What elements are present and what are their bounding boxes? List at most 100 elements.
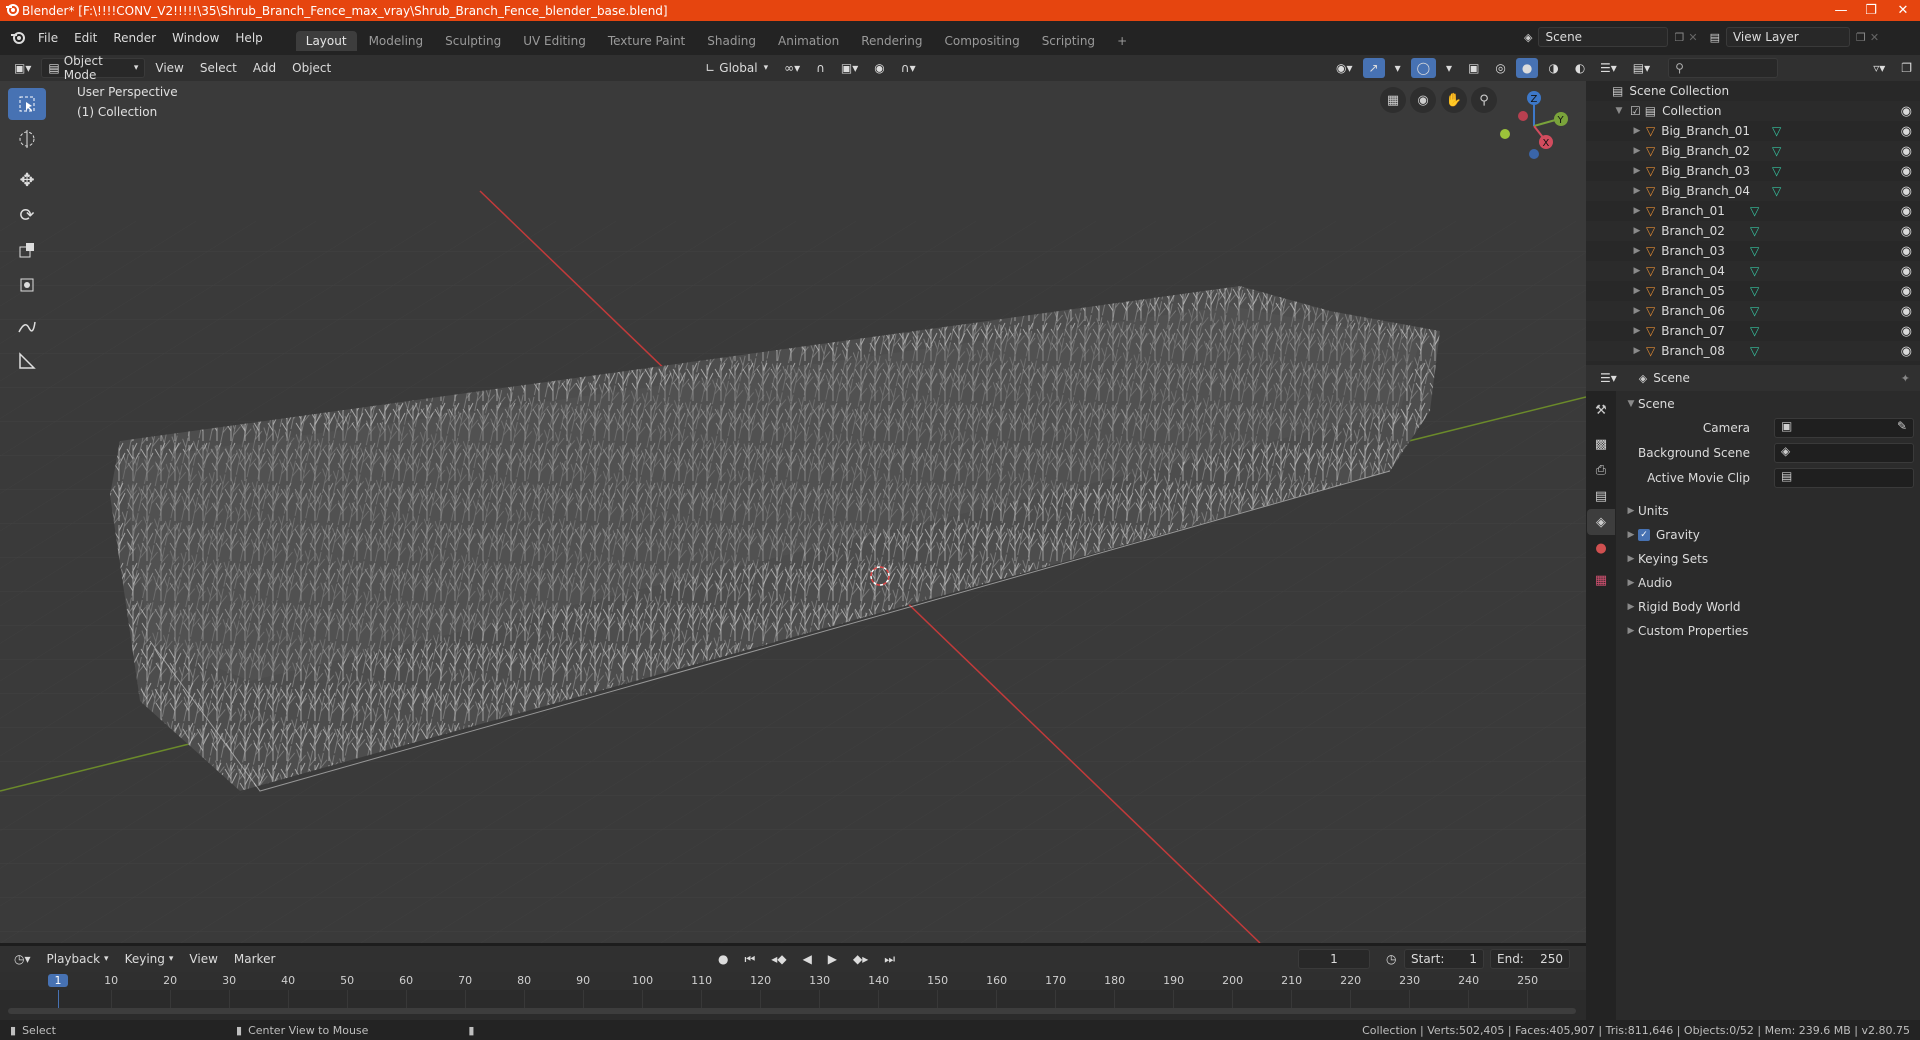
menu-edit[interactable]: Edit [66, 31, 105, 45]
use-preview-range-icon[interactable]: ◷ [1380, 949, 1402, 969]
gizmo-dropdown-icon[interactable]: ▾ [1389, 58, 1407, 78]
tab-modeling[interactable]: Modeling [359, 31, 434, 51]
rotate-tool[interactable]: ⟳ [8, 199, 46, 231]
prev-keyframe-icon[interactable]: ◂◆ [765, 949, 792, 969]
tab-rendering[interactable]: Rendering [851, 31, 932, 51]
visibility-eye-icon[interactable]: ◉ [1901, 204, 1912, 219]
expand-arrow-icon[interactable]: ▶ [1630, 246, 1644, 256]
visibility-eye-icon[interactable]: ◉ [1901, 144, 1912, 159]
expand-arrow-icon[interactable]: ▶ [1630, 126, 1644, 136]
tab-texture-icon[interactable]: ▦ [1587, 567, 1615, 593]
start-frame-field[interactable]: Start: 1 [1404, 949, 1484, 969]
tab-world-icon[interactable]: ● [1587, 535, 1615, 561]
mesh-data-icon[interactable]: ▽ [1772, 144, 1781, 158]
tab-sculpting[interactable]: Sculpting [435, 31, 511, 51]
expand-arrow-icon[interactable]: ▶ [1630, 226, 1644, 236]
display-mode-icon[interactable]: ▤▾ [1627, 58, 1656, 78]
menu-render[interactable]: Render [105, 31, 164, 45]
menu-object[interactable]: Object [286, 58, 337, 78]
timeline-scrollbar[interactable] [8, 1008, 1576, 1014]
timeline-view-menu[interactable]: View [183, 949, 223, 969]
visibility-eye-icon[interactable]: ◉ [1901, 344, 1912, 359]
cursor-tool[interactable] [8, 123, 46, 155]
movie-clip-field[interactable]: ▤ [1774, 468, 1914, 488]
new-collection-icon[interactable]: ❐ [1895, 58, 1918, 78]
scene-section[interactable]: ▼ Scene [1624, 393, 1914, 415]
proportional-edit-icon[interactable]: ◉ [868, 58, 890, 78]
annotate-tool[interactable] [8, 310, 46, 342]
end-frame-field[interactable]: End: 250 [1490, 949, 1570, 969]
outliner-collection[interactable]: ▼ ☑ ▤ Collection ◉ [1586, 101, 1920, 121]
expand-arrow-icon[interactable]: ▶ [1630, 306, 1644, 316]
shading-material-icon[interactable]: ◑ [1542, 58, 1564, 78]
overlay-toggle-icon[interactable]: ◯ [1410, 58, 1437, 78]
outliner-item[interactable]: ▶ ▽ Branch_02 ▽ ◉ [1586, 221, 1920, 241]
close-button[interactable]: ✕ [1886, 0, 1920, 21]
mesh-data-icon[interactable]: ▽ [1772, 164, 1781, 178]
select-box-tool[interactable] [8, 88, 46, 120]
tab-tool-icon[interactable]: ⚒ [1587, 397, 1615, 423]
pivot-icon[interactable]: ∞▾ [778, 58, 806, 78]
view-layer-remove-icon[interactable]: ✕ [1870, 31, 1879, 44]
visibility-icon[interactable]: ◉▾ [1330, 58, 1359, 78]
scene-new-icon[interactable]: ❐ [1674, 31, 1684, 44]
outliner-item[interactable]: ▶ ▽ Branch_03 ▽ ◉ [1586, 241, 1920, 261]
visibility-eye-icon[interactable]: ◉ [1901, 284, 1912, 299]
custom-properties-expand-icon[interactable]: ▶ [1624, 626, 1638, 636]
minimize-button[interactable]: — [1826, 0, 1856, 21]
expand-arrow-icon[interactable]: ▶ [1630, 266, 1644, 276]
mesh-data-icon[interactable]: ▽ [1750, 224, 1759, 238]
menu-file[interactable]: File [30, 31, 66, 45]
scene-selector[interactable]: Scene [1538, 27, 1669, 47]
mesh-data-icon[interactable]: ▽ [1772, 124, 1781, 138]
tab-view-layer-icon[interactable]: ▤ [1587, 483, 1615, 509]
scale-tool[interactable] [8, 234, 46, 266]
outliner-item[interactable]: ▶ ▽ Big_Branch_04 ▽ ◉ [1586, 181, 1920, 201]
gravity-panel[interactable]: ▶ ✓ Gravity [1624, 524, 1914, 546]
mesh-data-icon[interactable]: ▽ [1750, 204, 1759, 218]
view-layer-new-icon[interactable]: ❐ [1856, 31, 1866, 44]
visibility-eye-icon[interactable]: ◉ [1901, 184, 1912, 199]
mesh-data-icon[interactable]: ▽ [1750, 264, 1759, 278]
expand-arrow-icon[interactable]: ▶ [1630, 346, 1644, 356]
measure-tool[interactable] [8, 345, 46, 377]
expand-arrow-icon[interactable]: ▼ [1612, 106, 1626, 116]
3d-viewport[interactable]: User Perspective (1) Collection ▦ ◉ ✋ ⚲ … [0, 81, 1586, 943]
visibility-eye-icon[interactable]: ◉ [1901, 324, 1912, 339]
expand-arrow-icon[interactable]: ▶ [1630, 166, 1644, 176]
outliner-item[interactable]: ▶ ▽ Branch_04 ▽ ◉ [1586, 261, 1920, 281]
falloff-icon[interactable]: ∩▾ [895, 58, 922, 78]
visibility-eye-icon[interactable]: ◉ [1901, 244, 1912, 259]
xray-icon[interactable]: ▣ [1462, 58, 1485, 78]
mesh-data-icon[interactable]: ▽ [1750, 344, 1759, 358]
zoom-icon[interactable]: ⚲ [1471, 87, 1497, 113]
outliner-item[interactable]: ▶ ▽ Big_Branch_03 ▽ ◉ [1586, 161, 1920, 181]
pin-icon[interactable]: ✦ [1901, 372, 1910, 385]
maximize-button[interactable]: ❐ [1856, 0, 1886, 21]
transform-tool[interactable] [8, 269, 46, 301]
record-icon[interactable]: ● [712, 949, 734, 969]
outliner-item[interactable]: ▶ ▽ Big_Branch_02 ▽ ◉ [1586, 141, 1920, 161]
gizmo-neg-z-icon[interactable] [1529, 149, 1539, 159]
tab-render-icon[interactable]: ▩ [1587, 431, 1615, 457]
outliner-search-input[interactable]: ⚲ [1668, 58, 1779, 78]
jump-end-icon[interactable]: ⏭ [878, 949, 901, 969]
play-icon[interactable]: ▶ [822, 949, 843, 969]
properties-editor-type-icon[interactable]: ☰▾ [1594, 368, 1623, 388]
gravity-expand-icon[interactable]: ▶ [1624, 530, 1638, 540]
gravity-checkbox[interactable]: ✓ [1638, 529, 1650, 541]
tab-shading[interactable]: Shading [697, 31, 766, 51]
keying-sets-expand-icon[interactable]: ▶ [1624, 554, 1638, 564]
visibility-eye-icon[interactable]: ◉ [1901, 164, 1912, 179]
jump-start-icon[interactable]: ⏮ [738, 949, 761, 969]
expand-arrow-icon[interactable]: ▶ [1630, 326, 1644, 336]
camera-field[interactable]: ▣ ✎ [1774, 418, 1914, 438]
keying-menu[interactable]: Keying ▾ [119, 949, 180, 969]
menu-add[interactable]: Add [247, 58, 282, 78]
current-frame-field[interactable]: 1 [1298, 949, 1370, 969]
rigid-body-world-panel[interactable]: ▶ Rigid Body World [1624, 596, 1914, 618]
camera-view-icon[interactable]: ◉ [1410, 87, 1436, 113]
scene-expand-icon[interactable]: ▼ [1624, 399, 1638, 409]
gizmo-neg-x-icon[interactable] [1518, 111, 1528, 121]
mesh-data-icon[interactable]: ▽ [1750, 304, 1759, 318]
